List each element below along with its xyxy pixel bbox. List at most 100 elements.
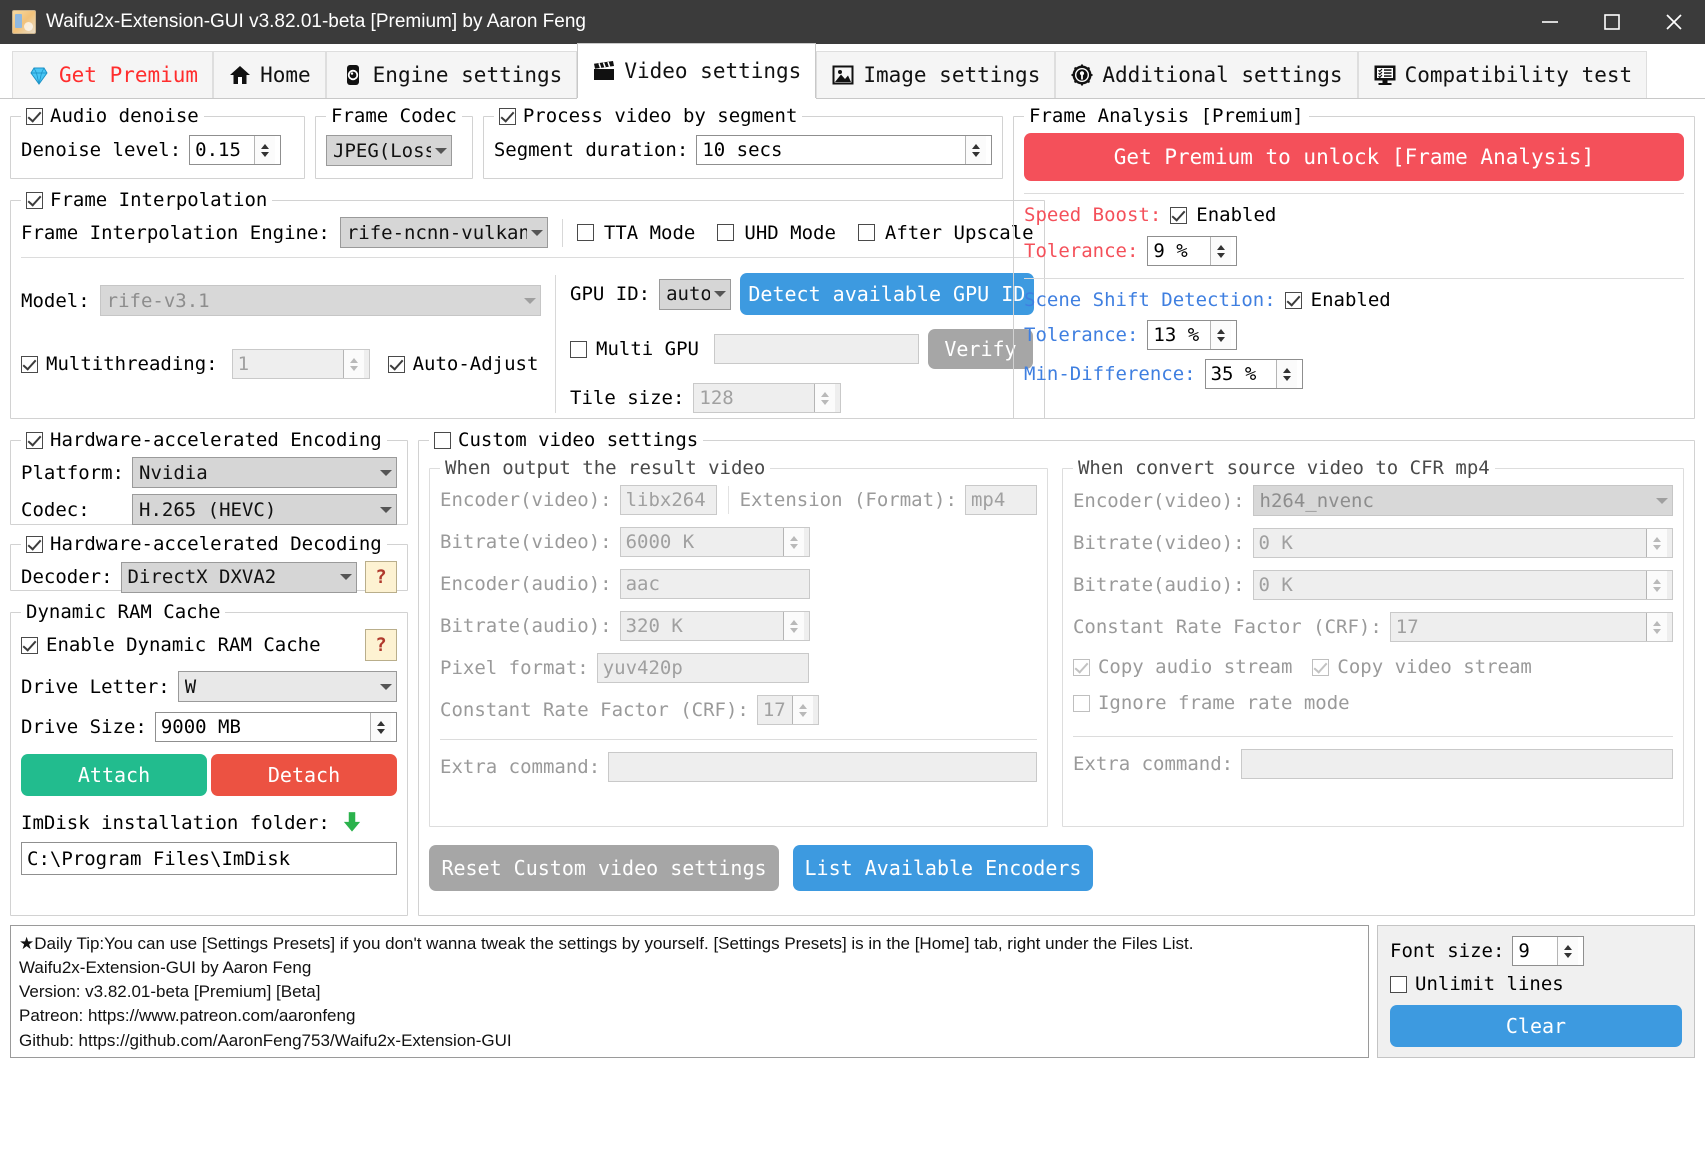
- custom-video-settings-checkbox[interactable]: [434, 431, 451, 449]
- reset-custom-video-settings-button[interactable]: Reset Custom video settings: [429, 845, 779, 891]
- multi-gpu-input[interactable]: [713, 334, 919, 364]
- out-pixel-format-input[interactable]: yuv420p: [596, 653, 809, 683]
- hw-decoding-checkbox[interactable]: [26, 535, 43, 553]
- multi-gpu-checkbox[interactable]: [570, 340, 587, 358]
- decoder-select[interactable]: DirectX DXVA2: [120, 561, 357, 593]
- get-premium-unlock-button[interactable]: Get Premium to unlock [Frame Analysis]: [1024, 133, 1684, 181]
- scene-shift-checkbox[interactable]: [1284, 291, 1302, 309]
- copy-audio-stream-checkbox[interactable]: [1072, 658, 1090, 676]
- out-crf-input[interactable]: 17: [756, 695, 819, 725]
- multithreading-checkbox[interactable]: [21, 355, 38, 373]
- tab-engine-settings[interactable]: Engine settings: [325, 51, 578, 98]
- maximize-icon[interactable]: [1581, 0, 1643, 44]
- speed-boost-tolerance-input[interactable]: 9 %: [1147, 236, 1238, 266]
- download-icon[interactable]: [338, 810, 366, 836]
- scene-shift-tolerance-stepper[interactable]: [1210, 321, 1232, 349]
- title-bar: Waifu2x-Extension-GUI v3.82.01-beta [Pre…: [0, 0, 1705, 44]
- multithreading-input[interactable]: 1: [231, 349, 370, 379]
- platform-select[interactable]: Nvidia: [132, 457, 397, 488]
- ram-cache-help-icon[interactable]: ?: [365, 629, 397, 661]
- list-available-encoders-button[interactable]: List Available Encoders: [793, 845, 1093, 891]
- enable-ram-cache-checkbox[interactable]: [21, 636, 38, 654]
- uhd-mode-checkbox[interactable]: [717, 224, 735, 241]
- out-pixel-format-value: yuv420p: [602, 657, 683, 679]
- attach-button[interactable]: Attach: [21, 754, 207, 796]
- drive-letter-select[interactable]: W: [177, 671, 397, 702]
- decoder-help-icon[interactable]: ?: [365, 561, 397, 593]
- audio-denoise-legend: Audio denoise: [21, 105, 204, 127]
- chevron-down-icon: [1656, 497, 1668, 504]
- cfr-crf-input[interactable]: 17: [1389, 612, 1673, 642]
- after-upscale-checkbox[interactable]: [857, 224, 875, 241]
- tab-home[interactable]: Home: [213, 51, 326, 98]
- cfr-bitrate-audio-input[interactable]: 0 K: [1252, 570, 1673, 600]
- tab-image-settings[interactable]: Image settings: [816, 51, 1056, 98]
- out-extra-command-input[interactable]: [608, 752, 1037, 782]
- out-crf-stepper[interactable]: [791, 696, 813, 724]
- segment-duration-input[interactable]: 10 secs: [696, 135, 992, 165]
- frame-codec-select[interactable]: JPEG(Lossl: [326, 135, 452, 166]
- tab-video-settings[interactable]: Video settings: [577, 43, 817, 98]
- tab-additional-settings[interactable]: Additional settings: [1055, 51, 1358, 98]
- model-select[interactable]: rife-v3.1: [99, 285, 541, 316]
- scene-shift-tolerance-input[interactable]: 13 %: [1147, 320, 1238, 350]
- interp-engine-select[interactable]: rife-ncnn-vulkan: [339, 217, 548, 248]
- min-difference-stepper[interactable]: [1275, 360, 1297, 388]
- out-bitrate-audio-stepper[interactable]: [782, 612, 804, 640]
- drive-size-input[interactable]: 9000 MB: [154, 712, 397, 742]
- auto-adjust-checkbox[interactable]: [387, 355, 405, 373]
- denoise-level-stepper[interactable]: [254, 136, 276, 164]
- close-icon[interactable]: [1643, 0, 1705, 44]
- cfr-bitrate-audio-stepper[interactable]: [1646, 571, 1667, 599]
- frame-analysis-group: Frame Analysis [Premium] Get Premium to …: [1013, 105, 1695, 419]
- out-bitrate-audio-input[interactable]: 320 K: [619, 611, 810, 641]
- process-by-segment-checkbox[interactable]: [498, 107, 516, 125]
- out-encoder-audio-input[interactable]: aac: [619, 569, 810, 599]
- multithreading-label: Multithreading:: [46, 353, 218, 375]
- font-size-stepper[interactable]: [1557, 937, 1579, 965]
- hw-encoding-checkbox[interactable]: [26, 431, 43, 449]
- cfr-bitrate-video-input[interactable]: 0 K: [1252, 528, 1673, 558]
- frame-interpolation-checkbox[interactable]: [26, 191, 43, 209]
- status-log[interactable]: ★Daily Tip:You can use [Settings Presets…: [10, 925, 1369, 1058]
- denoise-level-input[interactable]: 0.15: [189, 135, 282, 165]
- speed-boost-tolerance-stepper[interactable]: [1210, 237, 1232, 265]
- out-bitrate-video-stepper[interactable]: [782, 528, 804, 556]
- tile-size-input[interactable]: 128: [693, 383, 842, 413]
- font-size-input[interactable]: 9: [1512, 936, 1585, 966]
- cfr-crf-stepper[interactable]: [1646, 613, 1667, 641]
- speed-boost-checkbox[interactable]: [1170, 206, 1188, 224]
- minimize-icon[interactable]: [1519, 0, 1581, 44]
- min-difference-label: Min-Difference:: [1024, 363, 1196, 385]
- drive-letter-label: Drive Letter:: [21, 675, 170, 698]
- ignore-frame-rate-checkbox[interactable]: [1072, 694, 1090, 712]
- imdisk-path-input[interactable]: C:\Program Files\ImDisk: [21, 842, 397, 875]
- unlimit-lines-checkbox[interactable]: [1390, 975, 1407, 993]
- copy-video-stream-checkbox[interactable]: [1312, 658, 1330, 676]
- out-bitrate-video-input[interactable]: 6000 K: [619, 527, 810, 557]
- clear-button[interactable]: Clear: [1390, 1005, 1682, 1047]
- tab-compatibility-test[interactable]: Compatibility test: [1357, 51, 1648, 98]
- segment-duration-value: 10 secs: [702, 139, 783, 161]
- min-difference-input[interactable]: 35 %: [1204, 359, 1303, 389]
- drive-size-stepper[interactable]: [370, 713, 391, 741]
- out-extension-input[interactable]: mp4: [964, 485, 1037, 515]
- tab-get-premium[interactable]: Get Premium: [12, 51, 214, 98]
- out-encoder-video-input[interactable]: libx264: [619, 485, 717, 515]
- after-upscale-label: After Upscale: [884, 221, 1034, 244]
- log-controls: Font size: 9 Unlimit lines Clear: [1377, 925, 1695, 1058]
- tile-size-stepper[interactable]: [814, 384, 836, 412]
- multithreading-stepper[interactable]: [342, 350, 364, 378]
- segment-duration-stepper[interactable]: [965, 136, 986, 164]
- cfr-extra-command-input[interactable]: [1241, 749, 1673, 779]
- unlimit-lines-row: Unlimit lines: [1390, 973, 1682, 995]
- gpu-id-select[interactable]: auto: [659, 278, 732, 310]
- detect-gpu-button[interactable]: Detect available GPU ID: [740, 273, 1034, 315]
- audio-denoise-checkbox[interactable]: [26, 107, 43, 125]
- tta-mode-checkbox[interactable]: [576, 224, 594, 241]
- cfr-encoder-video-select[interactable]: h264_nvenc: [1252, 485, 1673, 516]
- tab-label: Compatibility test: [1404, 62, 1633, 87]
- detach-button[interactable]: Detach: [211, 754, 397, 796]
- cfr-bitrate-video-stepper[interactable]: [1646, 529, 1667, 557]
- codec-select[interactable]: H.265 (HEVC): [132, 494, 397, 525]
